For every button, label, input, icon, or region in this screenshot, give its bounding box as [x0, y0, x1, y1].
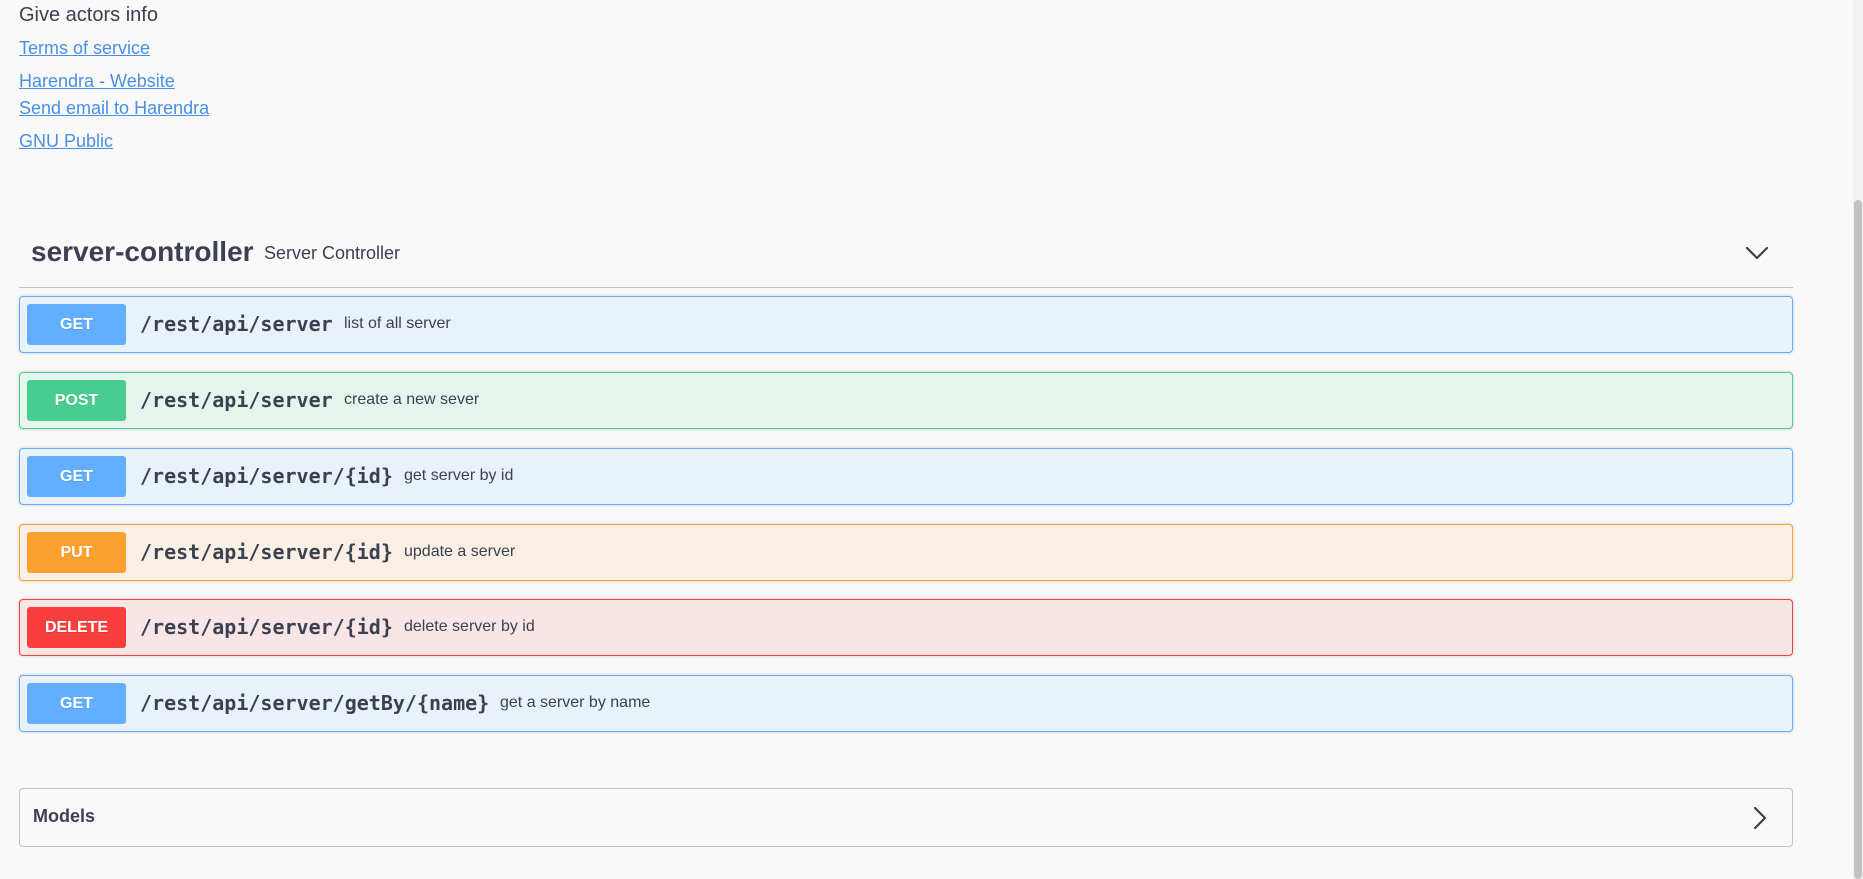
- scrollbar-thumb[interactable]: [1854, 200, 1862, 879]
- models-title[interactable]: Models: [33, 806, 95, 827]
- operation-path: /rest/api/server/getBy/{name}: [140, 691, 490, 715]
- method-badge: GET: [27, 304, 126, 345]
- operation-summary: update a server: [404, 543, 516, 560]
- method-badge: POST: [27, 380, 126, 421]
- operation-summary: delete server by id: [404, 618, 535, 635]
- method-badge: PUT: [27, 532, 126, 573]
- vertical-scrollbar[interactable]: [1853, 0, 1863, 879]
- method-badge: GET: [27, 456, 126, 497]
- operation-path: /rest/api/server/{id}: [140, 464, 393, 488]
- operation-post-server[interactable]: POST /rest/api/server create a new sever: [19, 372, 1793, 429]
- operation-get-server-by-name[interactable]: GET /rest/api/server/getBy/{name} get a …: [19, 675, 1793, 732]
- terms-of-service-link[interactable]: Terms of service: [19, 38, 150, 59]
- tag-description: Server Controller: [264, 243, 401, 263]
- operation-path: /rest/api/server/{id}: [140, 615, 393, 639]
- server-controller-tag-header[interactable]: server-controller Server Controller: [19, 228, 1793, 288]
- operation-get-server-list[interactable]: GET /rest/api/server list of all server: [19, 296, 1793, 353]
- operation-path: /rest/api/server: [140, 388, 333, 412]
- operation-summary: get server by id: [404, 467, 514, 484]
- tag-name: server-controller: [31, 236, 254, 267]
- contact-email-link[interactable]: Send email to Harendra: [19, 98, 209, 119]
- method-badge: DELETE: [27, 607, 126, 648]
- operation-summary: get a server by name: [500, 694, 651, 711]
- models-section[interactable]: Models: [19, 788, 1793, 847]
- operation-path: /rest/api/server/{id}: [140, 540, 393, 564]
- chevron-down-icon[interactable]: [1739, 238, 1775, 268]
- chevron-right-icon[interactable]: [1745, 803, 1775, 833]
- operation-delete-server[interactable]: DELETE /rest/api/server/{id} delete serv…: [19, 599, 1793, 656]
- operation-path: /rest/api/server: [140, 312, 333, 336]
- license-link[interactable]: GNU Public: [19, 131, 113, 152]
- contact-website-link[interactable]: Harendra - Website: [19, 71, 175, 92]
- operation-summary: list of all server: [344, 315, 451, 332]
- operation-summary: create a new sever: [344, 391, 480, 408]
- swagger-page: Give actors info Terms of service Harend…: [0, 0, 1863, 879]
- operation-put-server[interactable]: PUT /rest/api/server/{id} update a serve…: [19, 524, 1793, 581]
- operation-get-server-by-id[interactable]: GET /rest/api/server/{id} get server by …: [19, 448, 1793, 505]
- method-badge: GET: [27, 683, 126, 724]
- api-description: Give actors info: [19, 4, 158, 26]
